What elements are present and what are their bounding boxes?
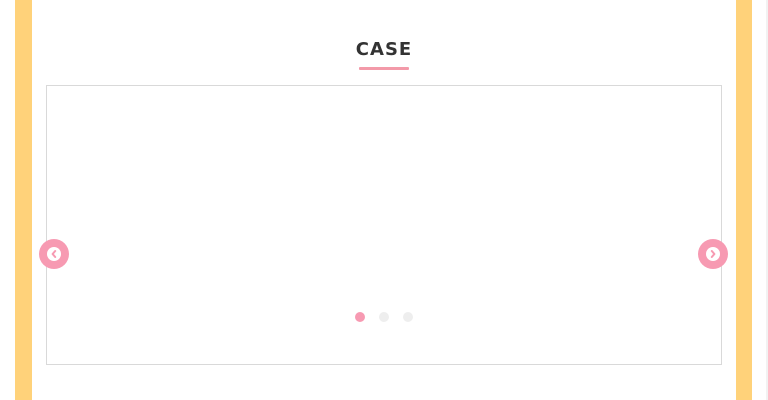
chevron-right-icon [706, 247, 720, 261]
carousel-next-button[interactable] [698, 239, 728, 269]
carousel-dot-3[interactable] [403, 312, 413, 322]
decorative-frame-left [15, 0, 32, 400]
page-edge [752, 0, 768, 400]
chevron-left-icon [47, 247, 61, 261]
section-title: CASE [355, 39, 413, 60]
carousel-prev-button[interactable] [39, 239, 69, 269]
title-underline [359, 67, 409, 70]
page: CASE [0, 0, 768, 400]
case-carousel [46, 85, 722, 365]
carousel-pagination [355, 312, 415, 322]
decorative-frame-right [736, 0, 752, 400]
carousel-dot-2[interactable] [379, 312, 389, 322]
carousel-dot-1[interactable] [355, 312, 365, 322]
